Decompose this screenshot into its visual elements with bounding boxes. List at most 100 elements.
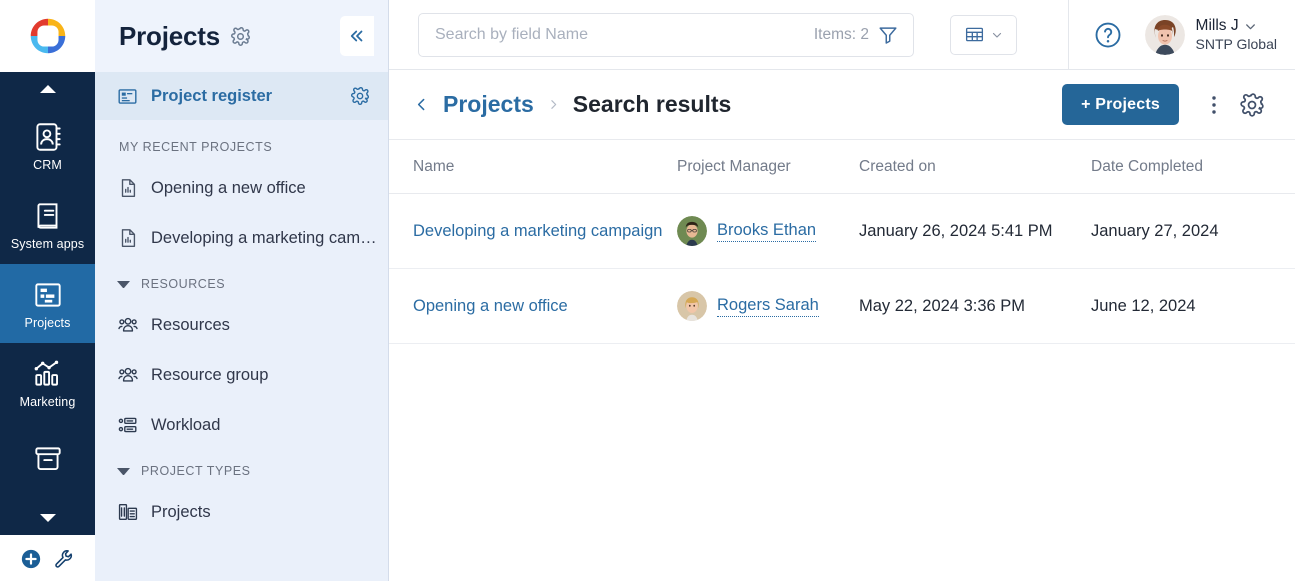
project-manager-link[interactable]: Brooks Ethan [717,221,817,242]
main-content: Items: 2 [389,0,1295,581]
sidebar-item-opening-a-new-office[interactable]: Opening a new office [95,163,388,213]
column-header-name[interactable]: Name [389,140,677,194]
table-grid-icon [965,27,984,42]
contacts-book-icon [35,123,61,151]
people-group-icon [118,317,138,332]
user-org: SNTP Global [1195,36,1277,52]
sidebar-title: Projects [119,20,221,51]
column-header-date-completed[interactable]: Date Completed [1091,140,1295,194]
sidebar-body: MY RECENT PROJECTS Opening a new office … [95,120,388,581]
project-manager-link[interactable]: Rogers Sarah [717,296,819,317]
question-circle-icon[interactable] [1093,20,1123,50]
sidebar-item-project-register[interactable]: Project register [95,72,388,120]
user-info: Mills J SNTP Global [1196,17,1277,52]
created-on-value: January 26, 2024 5:41 PM [859,193,1091,269]
rail-scroll-up[interactable] [0,72,95,106]
rail-item-list: CRM System apps Projects Marketing [0,106,95,501]
chevron-double-left-icon [350,30,363,42]
sidebar-group-project-types[interactable]: PROJECT TYPES [95,450,388,487]
chevron-left-icon[interactable] [413,96,430,113]
rail-item-label: Projects [24,315,71,330]
page-header-actions: + Projects [1062,84,1271,125]
avatar [677,291,707,321]
chevron-down-icon [1245,23,1255,29]
page-header: Projects Search results + Projects [389,70,1295,140]
date-completed-value: January 27, 2024 [1091,193,1295,269]
breadcrumb-link-projects[interactable]: Projects [443,91,534,118]
app-rail: CRM System apps Projects Marketing [0,0,95,581]
user-name: Mills J [1196,17,1277,35]
sidebar-item-label: Resources [151,315,230,334]
add-projects-button[interactable]: + Projects [1062,84,1179,125]
sidebar-item-developing-a-marketing-campaign[interactable]: Developing a marketing cam… [95,213,388,263]
top-bar: Items: 2 [389,0,1295,70]
avatar [1144,14,1185,55]
sidebar-group-label: PROJECT TYPES [141,464,251,478]
project-manager-cell: Rogers Sarah [677,291,849,321]
more-vertical-icon[interactable] [1201,92,1227,118]
sidebar-item-label: Projects [151,502,211,521]
document-chart-icon [121,229,136,247]
column-header-project-manager[interactable]: Project Manager [677,140,859,194]
sidebar-header: Projects [95,0,388,72]
project-board-icon [34,283,61,307]
chevron-right-icon [551,100,557,109]
sidebar-group-label: MY RECENT PROJECTS [119,140,273,154]
wrench-icon[interactable] [53,548,75,570]
bar-chart-trend-icon [34,360,58,386]
application-window: CRM System apps Projects Marketing Proje… [0,0,1295,581]
gear-icon[interactable] [1239,92,1265,118]
sidebar-group-resources[interactable]: RESOURCES [95,263,388,300]
plus-circle-icon[interactable] [20,548,42,570]
results-table-area: Name Project Manager Created on Date Com… [389,140,1295,581]
rail-item-label: CRM [33,157,62,172]
funnel-icon[interactable] [877,24,899,46]
project-name-link[interactable]: Developing a marketing campaign [413,222,662,240]
top-bar-right: Mills J SNTP Global [1067,0,1295,70]
table-row[interactable]: Opening a new office Rogers Sarah May 22… [389,268,1295,344]
project-manager-cell: Brooks Ethan [677,216,849,246]
gear-icon[interactable] [350,86,370,106]
sidebar-group-label: RESOURCES [141,277,226,291]
project-name-link[interactable]: Opening a new office [413,297,568,315]
date-completed-value: June 12, 2024 [1091,268,1295,344]
table-header-row: Name Project Manager Created on Date Com… [389,140,1295,194]
sidebar-item-resources[interactable]: Resources [95,300,388,350]
sidebar-item-label: Developing a marketing cam… [151,228,377,247]
sidebar-item-workload[interactable]: Workload [95,400,388,450]
gear-icon[interactable] [230,26,251,47]
search-input[interactable] [435,25,806,44]
column-header-created-on[interactable]: Created on [859,140,1091,194]
sidebar-collapse-button[interactable] [340,16,374,56]
rail-item-projects[interactable]: Projects [0,264,95,343]
table-head: Name Project Manager Created on Date Com… [389,140,1295,194]
secondary-sidebar: Projects Project register MY RECENT PROJ… [95,0,389,581]
rail-item-system-apps[interactable]: System apps [0,185,95,264]
rail-footer [0,535,95,581]
rail-item-archive[interactable] [0,422,95,501]
items-count-label: Items: 2 [813,25,869,43]
sidebar-item-projects[interactable]: Projects [95,487,388,537]
user-menu[interactable]: Mills J SNTP Global [1144,14,1277,55]
table-row[interactable]: Developing a marketing campaign Brooks E… [389,193,1295,269]
sidebar-item-label: Resource group [151,365,269,384]
archive-box-icon [34,447,61,471]
caret-down-icon [117,467,130,475]
chevron-down-icon [992,32,1002,38]
caret-down-icon [117,280,130,288]
created-on-value: May 22, 2024 3:36 PM [859,268,1091,344]
app-logo[interactable] [0,0,95,72]
view-mode-button[interactable] [950,14,1017,55]
page-title: Search results [572,91,732,117]
avatar [677,216,707,246]
table-body: Developing a marketing campaign Brooks E… [389,193,1295,344]
sidebar-group-recent-projects: MY RECENT PROJECTS [95,126,388,163]
sidebar-item-resource-group[interactable]: Resource group [95,350,388,400]
rail-item-marketing[interactable]: Marketing [0,343,95,422]
project-register-icon [118,88,137,104]
document-chart-icon [121,179,136,197]
four-color-ring-logo-icon [30,18,65,54]
search-bar[interactable]: Items: 2 [418,12,914,57]
rail-scroll-down[interactable] [0,501,95,535]
rail-item-crm[interactable]: CRM [0,106,95,185]
